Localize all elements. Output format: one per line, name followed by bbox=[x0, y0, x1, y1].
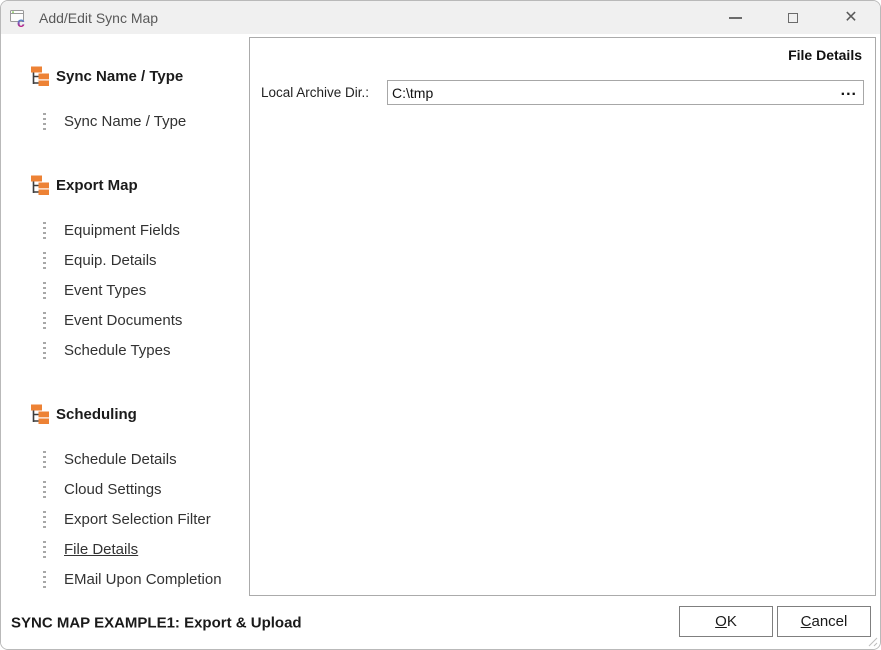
maximize-icon bbox=[788, 13, 798, 23]
footer-buttons: OK Cancel bbox=[679, 606, 871, 637]
cancel-button[interactable]: Cancel bbox=[777, 606, 871, 637]
tree-section-export-map[interactable]: Export Map bbox=[1, 170, 249, 200]
grip-dots-icon bbox=[43, 511, 46, 528]
tree-item-export-selection-filter[interactable]: Export Selection Filter bbox=[1, 504, 249, 534]
grip-dots-icon bbox=[43, 113, 46, 130]
tree-item-schedule-types[interactable]: Schedule Types bbox=[1, 335, 249, 365]
tree-section-sync-name-type[interactable]: Sync Name / Type bbox=[1, 61, 249, 91]
sidebar-tree: Sync Name / Type Sync Name / Type Export M… bbox=[1, 34, 249, 596]
resize-grip-icon[interactable] bbox=[867, 636, 878, 647]
add-edit-sync-map-dialog: c Add/Edit Sync Map ✕ Sync Name / TypeSy… bbox=[0, 0, 881, 650]
close-button[interactable]: ✕ bbox=[822, 1, 880, 34]
tree-item-cloud-settings[interactable]: Cloud Settings bbox=[1, 474, 249, 504]
tree-section-label: Scheduling bbox=[56, 406, 137, 423]
tree-section-scheduling[interactable]: Scheduling bbox=[1, 399, 249, 429]
tree-item-schedule-details[interactable]: Schedule Details bbox=[1, 444, 249, 474]
tree-item-file-details[interactable]: File Details bbox=[1, 534, 249, 564]
title-bar: c Add/Edit Sync Map ✕ bbox=[1, 1, 880, 34]
tree-item-label: Equip. Details bbox=[64, 252, 157, 269]
tree-item-event-documents[interactable]: Event Documents bbox=[1, 305, 249, 335]
panel-heading: File Details bbox=[250, 38, 875, 63]
tree-item-email-upon-completion[interactable]: EMail Upon Completion bbox=[1, 564, 249, 594]
tree-item-label: Equipment Fields bbox=[64, 222, 180, 239]
grip-dots-icon bbox=[43, 451, 46, 468]
tree-item-label: Schedule Types bbox=[64, 342, 170, 359]
tree-node-icon bbox=[30, 175, 50, 195]
grip-dots-icon bbox=[43, 481, 46, 498]
tree-item-equipment-fields[interactable]: Equipment Fields bbox=[1, 215, 249, 245]
tree-node-icon bbox=[30, 404, 50, 424]
grip-dots-icon bbox=[43, 252, 46, 269]
local-archive-dir-row: Local Archive Dir.: ... bbox=[261, 80, 864, 105]
local-archive-dir-input[interactable] bbox=[388, 81, 863, 104]
local-archive-dir-inputwrap: ... bbox=[387, 80, 864, 105]
tree-item-event-types[interactable]: Event Types bbox=[1, 275, 249, 305]
tree-item-label: EMail Upon Completion bbox=[64, 571, 222, 588]
app-icon: c bbox=[9, 8, 31, 28]
grip-dots-icon bbox=[43, 312, 46, 329]
tree-item-label: Event Types bbox=[64, 282, 146, 299]
grip-dots-icon bbox=[43, 282, 46, 299]
tree-section-label: Export Map bbox=[56, 177, 138, 194]
sync-map-status-text: SYNC MAP EXAMPLE1: Export & Upload bbox=[11, 614, 302, 631]
tree-item-label: Schedule Details bbox=[64, 451, 177, 468]
tree-item-label: Event Documents bbox=[64, 312, 182, 329]
grip-dots-icon bbox=[43, 222, 46, 239]
local-archive-dir-label: Local Archive Dir.: bbox=[261, 85, 387, 100]
tree-item-label: Export Selection Filter bbox=[64, 511, 211, 528]
minimize-button[interactable] bbox=[706, 1, 764, 34]
tree-item-label: Cloud Settings bbox=[64, 481, 162, 498]
close-icon: ✕ bbox=[844, 10, 857, 26]
tree-item-equip-details[interactable]: Equip. Details bbox=[1, 245, 249, 275]
grip-dots-icon bbox=[43, 342, 46, 359]
maximize-button[interactable] bbox=[764, 1, 822, 34]
content-panel: File Details Local Archive Dir.: ... bbox=[249, 37, 876, 596]
browse-ellipsis-button[interactable]: ... bbox=[839, 88, 859, 94]
window-title: Add/Edit Sync Map bbox=[39, 10, 158, 26]
caption-controls: ✕ bbox=[706, 1, 880, 34]
tree-item-label: File Details bbox=[64, 541, 138, 558]
minimize-icon bbox=[729, 17, 742, 19]
grip-dots-icon bbox=[43, 541, 46, 558]
svg-text:c: c bbox=[17, 14, 25, 28]
tree-node-icon bbox=[30, 66, 50, 86]
grip-dots-icon bbox=[43, 571, 46, 588]
footer-bar: SYNC MAP EXAMPLE1: Export & Upload OK Ca… bbox=[1, 596, 880, 649]
tree-section-label: Sync Name / Type bbox=[56, 68, 183, 85]
tree-item-label: Sync Name / Type bbox=[64, 113, 186, 130]
tree-item-sync-name-type[interactable]: Sync Name / Type bbox=[1, 106, 249, 136]
ok-button[interactable]: OK bbox=[679, 606, 773, 637]
